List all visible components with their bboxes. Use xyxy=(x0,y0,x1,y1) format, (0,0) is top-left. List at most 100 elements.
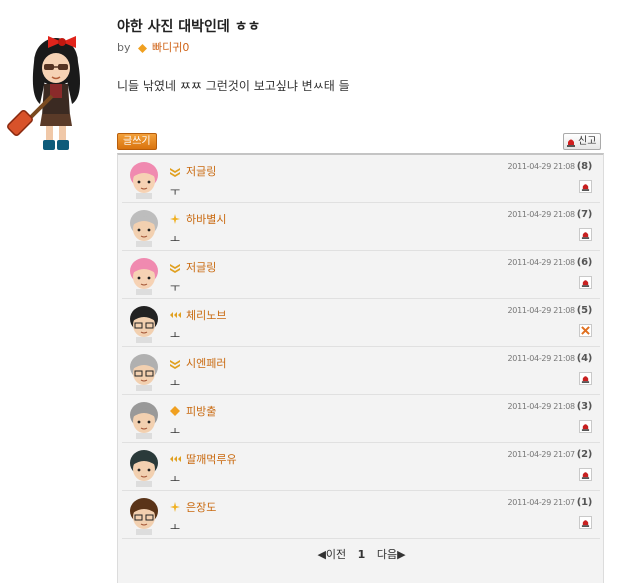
write-button[interactable]: 글쓰기 xyxy=(117,133,157,150)
comment-time: 2011-04-29 21:08 xyxy=(507,258,576,267)
commenter-nick: 딸깨먹루유 xyxy=(186,453,237,466)
comment-list: 저글링 ㅜ 2011-04-29 21:08 (8) 하바별시 ㅗ 2011-04-29 2… xyxy=(117,153,604,583)
report-icon xyxy=(581,232,590,239)
next-page-link[interactable]: 다음▶ xyxy=(377,548,406,561)
comment-meta: 2011-04-29 21:08 (4) xyxy=(508,353,593,364)
comment-action-button[interactable] xyxy=(579,468,592,481)
commenter-avatar xyxy=(130,498,158,535)
rank-triple-chevron-icon xyxy=(170,311,181,318)
comment-meta: 2011-04-29 21:07 (1) xyxy=(508,497,593,508)
commenter-avatar xyxy=(130,210,158,247)
rank-chevron-icon xyxy=(170,359,180,369)
commenter-name[interactable]: 저글링 xyxy=(170,259,216,275)
comment-text: ㅜ xyxy=(170,185,181,198)
comment-text: ㅗ xyxy=(170,473,181,486)
comment-number: (7) xyxy=(576,209,593,220)
commenter-nick: 저글링 xyxy=(186,165,217,178)
comment-meta: 2011-04-29 21:08 (3) xyxy=(508,401,593,412)
comment-time: 2011-04-29 21:08 xyxy=(507,210,576,219)
comment-meta: 2011-04-29 21:07 (2) xyxy=(508,449,593,460)
commenter-avatar xyxy=(130,258,158,295)
commenter-name[interactable]: 저글링 xyxy=(170,163,216,179)
comment-row: 저글링 ㅜ 2011-04-29 21:08 (6) xyxy=(122,251,600,299)
rank-diamond-icon xyxy=(170,405,180,416)
report-icon xyxy=(581,184,590,191)
prev-page-link[interactable]: ◀이전 xyxy=(317,548,346,561)
comment-number: (2) xyxy=(576,449,593,460)
comment-row: 시엔페러 ㅗ 2011-04-29 21:08 (4) xyxy=(122,347,600,395)
commenter-nick: 하바별시 xyxy=(186,213,227,226)
comment-text: ㅗ xyxy=(170,233,181,246)
commenter-avatar xyxy=(130,402,158,439)
comment-action-button[interactable] xyxy=(579,180,592,193)
commenter-avatar xyxy=(130,162,158,199)
comment-row: 하바별시 ㅗ 2011-04-29 21:08 (7) xyxy=(122,203,600,251)
comment-row: 은장도 ㅗ 2011-04-29 21:07 (1) xyxy=(122,491,600,539)
comment-row: 저글링 ㅜ 2011-04-29 21:08 (8) xyxy=(122,155,600,203)
comment-action-button[interactable] xyxy=(579,276,592,289)
commenter-avatar xyxy=(130,450,158,487)
comment-time: 2011-04-29 21:08 xyxy=(507,162,576,171)
delete-icon xyxy=(581,326,590,335)
comment-number: (3) xyxy=(576,401,593,412)
report-button[interactable]: 신고 xyxy=(563,133,602,150)
commenter-nick: 저글링 xyxy=(186,261,217,274)
comment-time: 2011-04-29 21:08 xyxy=(507,306,576,315)
rank-star-icon xyxy=(170,501,180,512)
author-avatar xyxy=(7,36,80,150)
commenter-nick: 체리노브 xyxy=(186,309,227,322)
comment-number: (5) xyxy=(576,305,593,316)
comment-row: 피방출 ㅗ 2011-04-29 21:08 (3) xyxy=(122,395,600,443)
comment-time: 2011-04-29 21:07 xyxy=(507,450,576,459)
report-icon xyxy=(581,520,590,527)
comment-action-button[interactable] xyxy=(579,372,592,385)
commenter-name[interactable]: 은장도 xyxy=(170,499,216,515)
commenter-name[interactable]: 하바별시 xyxy=(170,211,226,227)
page-current[interactable]: 1 xyxy=(358,548,366,561)
comment-meta: 2011-04-29 21:08 (5) xyxy=(508,305,593,316)
commenter-nick: 피방출 xyxy=(186,405,217,418)
commenter-name[interactable]: 시엔페러 xyxy=(170,355,226,371)
rank-chevron-icon xyxy=(170,167,180,177)
by-label: by xyxy=(117,41,131,54)
comment-action-button[interactable] xyxy=(579,228,592,241)
comment-meta: 2011-04-29 21:08 (6) xyxy=(508,257,593,268)
comment-number: (6) xyxy=(576,257,593,268)
comment-action-button[interactable] xyxy=(579,420,592,433)
comment-time: 2011-04-29 21:08 xyxy=(507,402,576,411)
author-name[interactable]: 빠디귀0 xyxy=(152,41,189,54)
report-label: 신고 xyxy=(578,136,597,147)
comment-number: (1) xyxy=(576,497,593,508)
comment-row: 체리노브 ㅗ 2011-04-29 21:08 (5) xyxy=(122,299,600,347)
comment-number: (4) xyxy=(576,353,593,364)
commenter-nick: 시엔페러 xyxy=(186,357,227,370)
comment-text: ㅗ xyxy=(170,377,181,390)
rank-chevron-icon xyxy=(170,263,180,273)
post-body: 니들 낚였네 ㅉㅉ 그런것이 보고싶냐 변ㅆ태 들 xyxy=(117,79,350,93)
comment-meta: 2011-04-29 21:08 (8) xyxy=(508,161,593,172)
comment-row: 딸깨먹루유 ㅗ 2011-04-29 21:07 (2) xyxy=(122,443,600,491)
comment-time: 2011-04-29 21:08 xyxy=(507,354,576,363)
comment-text: ㅗ xyxy=(170,329,181,342)
commenter-avatar xyxy=(130,354,158,391)
commenter-nick: 은장도 xyxy=(186,501,217,514)
pagination: ◀이전 1 다음▶ xyxy=(118,546,605,562)
report-icon xyxy=(581,472,590,479)
commenter-name[interactable]: 체리노브 xyxy=(170,307,226,323)
comment-action-button[interactable] xyxy=(579,516,592,529)
rank-triple-chevron-icon xyxy=(170,455,181,462)
comment-number: (8) xyxy=(576,161,593,172)
commenter-name[interactable]: 피방출 xyxy=(170,403,216,419)
siren-icon xyxy=(567,139,575,147)
rank-star-icon xyxy=(170,213,180,224)
byline: by 빠디귀0 xyxy=(117,39,189,55)
post-title: 야한 사진 대박인데 ㅎㅎ xyxy=(117,19,261,35)
rank-diamond-icon xyxy=(138,43,147,53)
comment-action-button[interactable] xyxy=(579,324,592,337)
comment-text: ㅜ xyxy=(170,281,181,294)
comment-text: ㅗ xyxy=(170,521,181,534)
comment-text: ㅗ xyxy=(170,425,181,438)
commenter-name[interactable]: 딸깨먹루유 xyxy=(170,451,237,467)
comment-meta: 2011-04-29 21:08 (7) xyxy=(508,209,593,220)
comment-time: 2011-04-29 21:07 xyxy=(507,498,576,507)
